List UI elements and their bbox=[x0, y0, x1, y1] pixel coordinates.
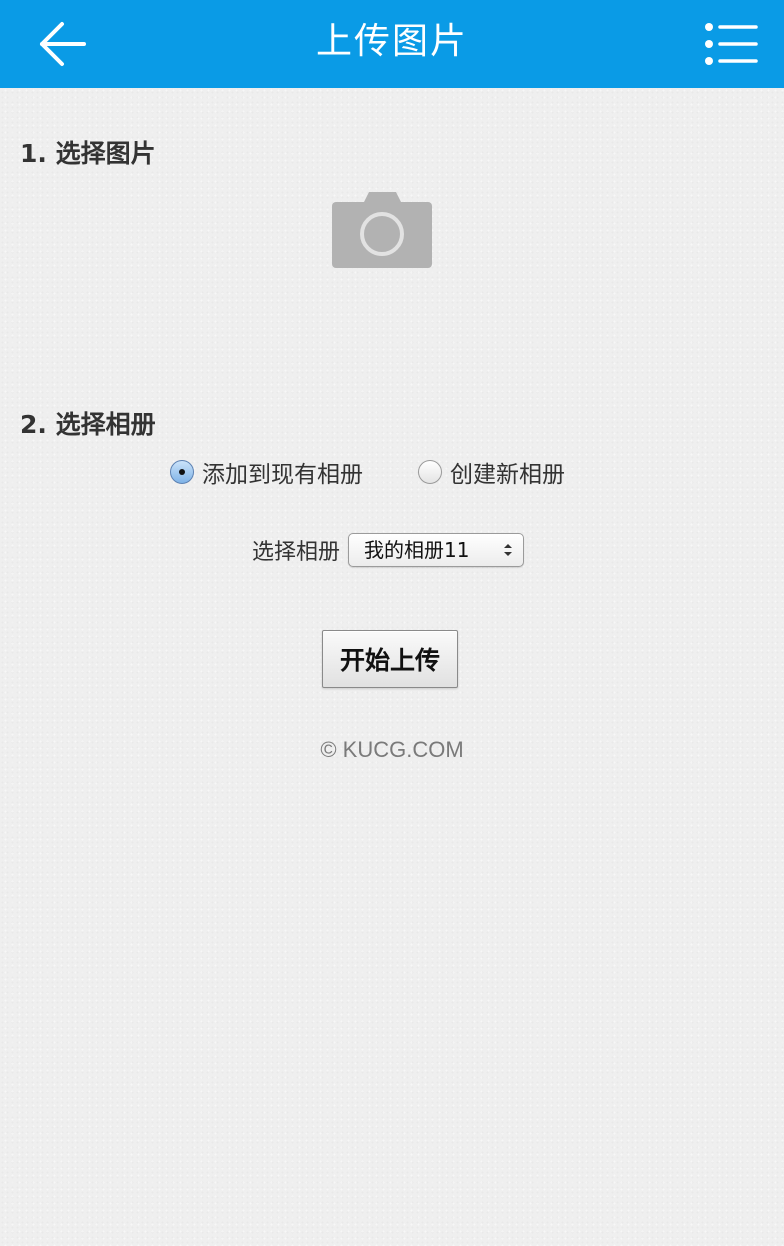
album-select-row: 选择相册 我的相册11 bbox=[252, 531, 525, 569]
radio-checked-indicator bbox=[170, 460, 194, 484]
arrow-left-icon bbox=[40, 22, 86, 66]
radio-create-new-album[interactable]: 创建新相册 bbox=[418, 452, 565, 492]
image-picker[interactable] bbox=[330, 188, 434, 272]
back-button[interactable] bbox=[30, 14, 96, 74]
radio-add-to-existing-album[interactable]: 添加到现有相册 bbox=[170, 452, 363, 492]
album-select-value: 我的相册11 bbox=[364, 538, 470, 562]
album-select-dropdown[interactable]: 我的相册11 bbox=[348, 533, 525, 567]
list-menu-icon bbox=[705, 23, 758, 65]
menu-button[interactable] bbox=[700, 14, 762, 74]
copyright-footer: © KUCG.COM bbox=[320, 737, 464, 762]
radio-label: 添加到现有相册 bbox=[202, 462, 363, 488]
step-2-heading: 2. 选择相册 bbox=[20, 410, 156, 439]
album-mode-radio-group: 添加到现有相册 创建新相册 bbox=[0, 452, 784, 492]
radio-label: 创建新相册 bbox=[450, 462, 565, 488]
album-select-label: 选择相册 bbox=[252, 540, 341, 565]
select-updown-arrows-icon bbox=[503, 543, 513, 557]
top-app-bar: 上传图片 bbox=[0, 0, 784, 88]
step-1-heading: 1. 选择图片 bbox=[20, 139, 156, 168]
camera-icon bbox=[332, 192, 432, 268]
radio-unchecked-indicator bbox=[418, 460, 442, 484]
page-title: 上传图片 bbox=[315, 21, 468, 62]
start-upload-button[interactable]: 开始上传 bbox=[322, 630, 458, 688]
